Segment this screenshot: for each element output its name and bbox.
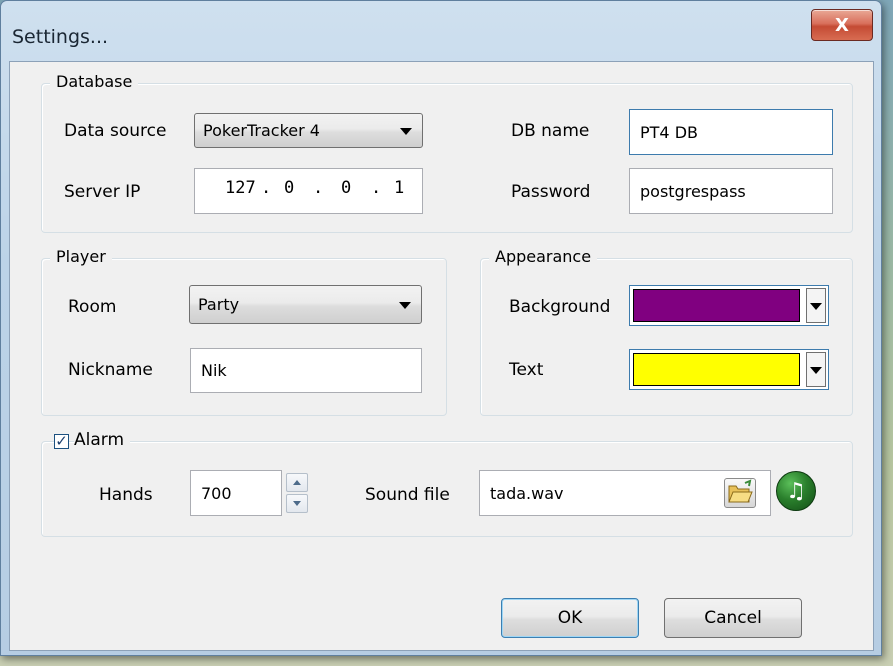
nickname-input[interactable]: Nik [190,348,422,393]
ok-button[interactable]: OK [501,598,639,638]
room-label: Room [68,297,117,317]
text-color-dropdown-button[interactable] [806,352,826,387]
close-button[interactable]: X [811,9,873,41]
ip-dot: . [371,178,382,198]
room-dropdown[interactable]: Party [189,285,422,324]
text-color-swatch [633,353,800,386]
alarm-checkbox[interactable]: ✓ [54,434,69,449]
appearance-group: Appearance [480,247,853,416]
db-name-input[interactable]: PT4 DB [629,109,833,155]
hands-input[interactable]: 700 [190,470,282,516]
text-color-picker[interactable] [629,349,829,390]
appearance-group-label: Appearance [489,247,598,266]
chevron-down-icon [810,366,822,374]
db-name-label: DB name [511,121,590,141]
text-color-label: Text [509,360,544,380]
server-ip-input[interactable]: 127 . 0 . 0 . 1 [194,168,423,214]
folder-open-icon [728,479,753,503]
music-note-icon: ♫ [786,478,806,504]
data-source-label: Data source [64,121,167,141]
ip-dot: . [313,178,324,198]
server-ip-label: Server IP [64,182,141,202]
background-color-swatch [633,289,800,322]
ip-dot: . [261,178,272,198]
data-source-value: PokerTracker 4 [203,121,320,140]
background-color-picker[interactable] [629,285,829,326]
chevron-down-icon [399,301,411,309]
chevron-down-icon [400,127,412,135]
data-source-dropdown[interactable]: PokerTracker 4 [194,113,423,148]
close-icon: X [835,14,849,36]
stepper-up-button[interactable] [286,473,308,492]
window-title: Settings... [12,26,109,48]
alarm-label: Alarm [74,430,131,450]
ip-octet-2: 0 [284,178,295,198]
arrow-down-icon [293,501,301,506]
room-value: Party [198,295,240,314]
dialog-client-area: Database Data source PokerTracker 4 Serv… [9,61,874,651]
background-color-dropdown-button[interactable] [806,288,826,323]
database-group-label: Database [50,72,139,91]
nickname-label: Nickname [68,360,153,380]
chevron-down-icon [810,302,822,310]
ip-octet-1: 127 [225,178,256,198]
stepper-down-button[interactable] [286,494,308,513]
hands-label: Hands [99,485,153,505]
ip-octet-3: 0 [341,178,352,198]
play-sound-button[interactable]: ♫ [776,471,816,511]
sound-file-label: Sound file [365,485,450,505]
password-label: Password [511,182,591,202]
ip-octet-4: 1 [394,178,405,198]
settings-window: Settings... X Database Data source Poker… [0,0,882,656]
arrow-up-icon [293,480,301,485]
password-input[interactable]: postgrespass [629,168,833,214]
player-group-label: Player [50,247,112,266]
background-label: Background [509,297,611,317]
hands-stepper[interactable] [286,473,308,513]
browse-file-button[interactable] [724,478,756,508]
cancel-button[interactable]: Cancel [664,598,802,638]
